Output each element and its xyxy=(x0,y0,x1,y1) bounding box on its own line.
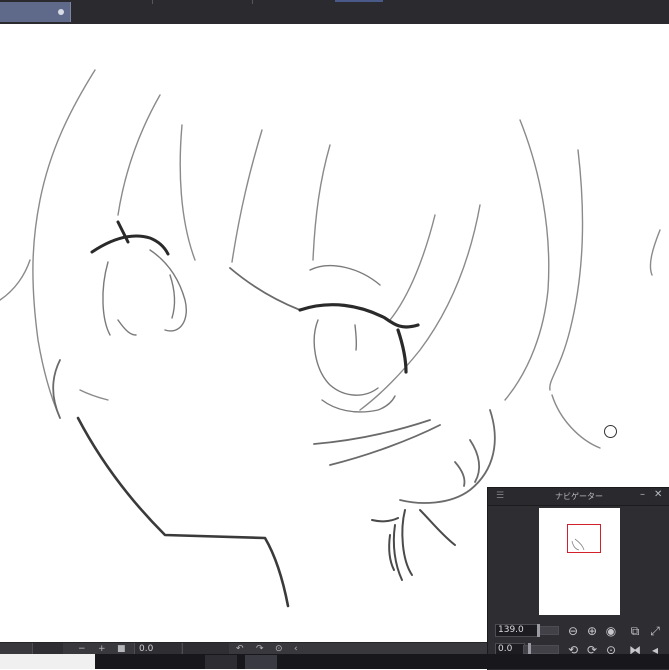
fit-screen-icon[interactable]: ⤢ xyxy=(648,624,662,638)
zoom-in-icon[interactable]: ⊕ xyxy=(585,624,599,638)
brush-cursor-icon xyxy=(604,425,617,438)
actual-size-icon[interactable]: ◉ xyxy=(604,624,618,638)
close-icon[interactable]: ✕ xyxy=(654,489,662,500)
navigator-title-bar: ☰ ナビゲーター – ✕ xyxy=(488,488,669,506)
fit-icon[interactable]: ⧉ xyxy=(628,624,642,638)
zoom-out-icon[interactable]: ⊖ xyxy=(566,624,580,638)
navigator-preview[interactable] xyxy=(539,508,620,615)
taskbar xyxy=(0,654,669,669)
document-tab[interactable] xyxy=(0,2,71,22)
taskbar-app-icon[interactable] xyxy=(245,655,277,669)
topbar-divider xyxy=(252,0,253,4)
zoom-field[interactable]: 139.0 xyxy=(495,624,539,637)
tab-modified-dot-icon xyxy=(58,9,64,15)
taskbar-app-icon[interactable] xyxy=(205,655,237,669)
view-frame[interactable] xyxy=(567,524,601,553)
navigator-panel: ☰ ナビゲーター – ✕ 139.0 ⊖ ⊕ ◉ ⧉ ⤢ 0.0 ⟲ ⟳ ⊙ ⧓… xyxy=(487,487,669,670)
topbar-divider xyxy=(152,0,153,4)
zoom-slider-handle[interactable] xyxy=(537,624,540,637)
title-bar xyxy=(0,0,669,24)
topbar-highlight xyxy=(335,0,383,2)
taskbar-strip xyxy=(0,654,95,669)
zoom-slider[interactable] xyxy=(537,626,559,635)
minimize-icon[interactable]: – xyxy=(640,489,645,500)
